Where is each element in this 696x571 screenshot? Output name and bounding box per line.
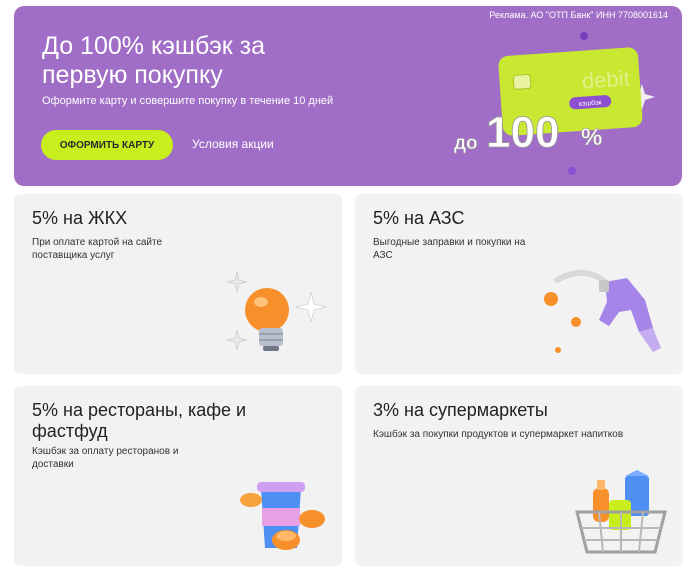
promo-prefix: до	[454, 133, 478, 154]
lightbulb-icon	[226, 271, 327, 351]
card-description: Выгодные заправки и покупки на АЗС	[373, 237, 526, 261]
promo-terms-link[interactable]: Условия акции	[192, 137, 274, 151]
cashback-card-gas[interactable]: 5% на АЗС Выгодные заправки и покупки на…	[355, 194, 683, 374]
card-description: Кэшбэк за оплату ресторанов и доставки	[32, 446, 179, 470]
shopping-basket-icon	[575, 470, 667, 554]
cashback-card-restaurants[interactable]: 5% на рестораны, кафе и фастфуд Кэшбэк з…	[14, 386, 342, 566]
cashback-card-housing[interactable]: 5% на ЖКХ При оплате картой на сайте пос…	[14, 194, 342, 374]
card-title: 5% на АЗС	[373, 208, 465, 228]
promo-banner: Реклама. АО "ОТП Банк" ИНН 7708001614 До…	[14, 6, 682, 186]
card-brand-text: debit	[581, 65, 630, 93]
card-title: 5% на ЖКХ	[32, 208, 128, 228]
debit-card-illustration: debit кэшбэк до 100 %	[454, 32, 655, 175]
card-tag-text: кэшбэк	[579, 98, 603, 108]
fuel-nozzle-icon	[544, 270, 661, 353]
cashback-card-supermarkets[interactable]: 3% на супермаркеты Кэшбэк за покупки про…	[355, 386, 683, 566]
card-title: 5% на рестораны, кафе и фастфуд	[32, 400, 247, 441]
ad-disclaimer: Реклама. АО "ОТП Банк" ИНН 7708001614	[489, 10, 668, 20]
promo-value: 100	[486, 108, 559, 157]
banner-subtitle: Оформите карту и совершите покупку в теч…	[42, 95, 334, 107]
coffee-cup-icon	[240, 482, 325, 550]
banner-title: До 100% кэшбэк за первую покупку	[42, 32, 266, 89]
card-title: 3% на супермаркеты	[373, 400, 548, 420]
card-description: При оплате картой на сайте поставщика ус…	[32, 237, 163, 261]
card-description: Кэшбэк за покупки продуктов и супермарке…	[373, 429, 624, 440]
apply-card-button[interactable]: ОФОРМИТЬ КАРТУ	[41, 130, 173, 160]
promo-percent: %	[581, 124, 602, 151]
